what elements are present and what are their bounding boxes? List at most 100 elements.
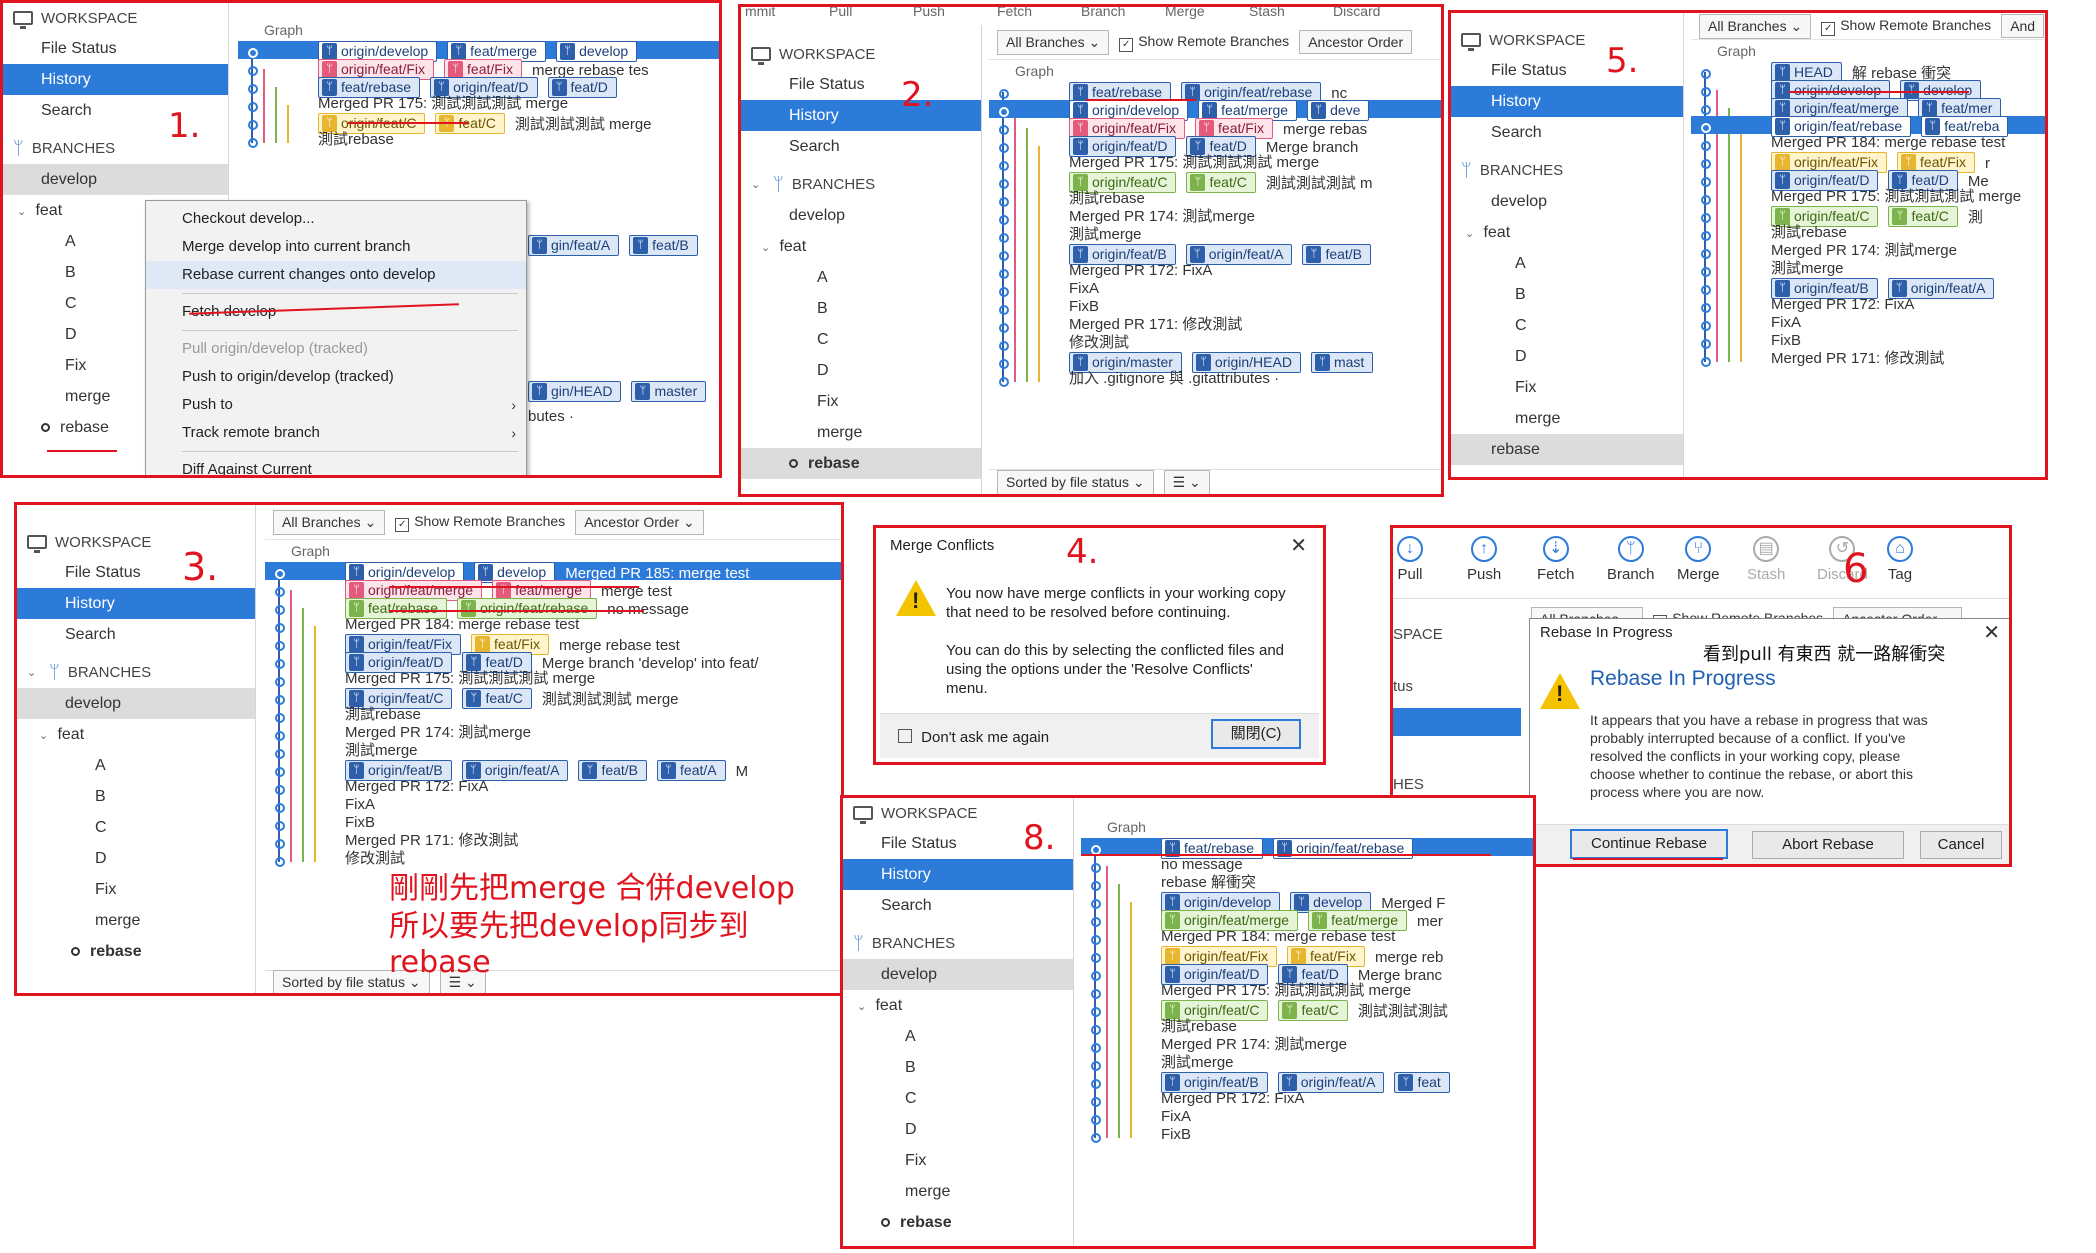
commit-row[interactable]: 測試merge — [1691, 260, 2045, 278]
commit-row[interactable]: 測試rebase — [238, 131, 719, 149]
branch-D[interactable]: D — [843, 1114, 1073, 1145]
branch-develop[interactable]: develop — [843, 959, 1073, 990]
branch-D[interactable]: D — [1451, 341, 1683, 372]
commit-row[interactable]: Merged PR 184: merge rebase test — [1691, 134, 2045, 152]
toolbar-label[interactable]: Merge — [1165, 7, 1205, 19]
commit-row[interactable]: Merged PR 175: 測試測試測試 merge — [265, 670, 841, 688]
toolbar-label[interactable]: mmit — [745, 7, 775, 19]
commit-row[interactable]: FixA — [265, 796, 841, 814]
commit-row[interactable]: 測試rebase — [1081, 1018, 1533, 1036]
menu-item-diff-against-current[interactable]: Diff Against Current — [146, 456, 526, 475]
branch-D[interactable]: D — [17, 843, 255, 874]
fetch-button[interactable]: ⇣ Fetch — [1537, 536, 1575, 583]
commit-row[interactable]: origin/feat/Dfeat/DMerge branch — [989, 136, 1441, 157]
all-branches-dropdown[interactable]: All Branches ⌄ — [997, 29, 1110, 55]
order-dropdown[interactable]: Ancestor Order ⌄ — [575, 509, 704, 535]
commit-row[interactable]: origin/feat/mergefeat/mer — [1691, 98, 2045, 119]
all-branches-dropdown[interactable]: All Branches ⌄ — [273, 509, 386, 535]
commit-row[interactable]: 測試merge — [1081, 1054, 1533, 1072]
branches-header[interactable]: ᛘ BRANCHES — [843, 927, 1073, 959]
commit-row[interactable]: FixB — [265, 814, 841, 832]
stash-button[interactable]: ▤ Stash — [1747, 536, 1785, 583]
order-dropdown[interactable]: And — [2001, 14, 2045, 38]
branches-header[interactable]: ⌄ ᛘ BRANCHES — [741, 168, 981, 200]
continue-rebase-button[interactable]: Continue Rebase — [1570, 829, 1728, 859]
commit-row[interactable]: Merged PR 172: FixA — [989, 262, 1441, 280]
sidebar-item-file-status[interactable]: File Status — [3, 33, 228, 64]
commit-row[interactable]: origin/feat/Cfeat/C測試測試測試 m — [989, 172, 1441, 193]
commit-row[interactable]: origin/feat/Dfeat/DMe — [1691, 170, 2045, 191]
commit-row[interactable]: Merged PR 175: 測試測試測試 merge — [1081, 982, 1533, 1000]
commit-row[interactable]: origin/developdevelop — [1691, 80, 2045, 101]
branch-merge[interactable]: merge — [17, 905, 255, 936]
branch-folder-feat[interactable]: ⌄ feat — [1451, 217, 1683, 248]
branch-rebase[interactable]: rebase — [1451, 434, 1683, 465]
branches-header[interactable]: ⌄ ᛘ BRANCHES — [17, 656, 255, 688]
branch-B[interactable]: B — [741, 293, 981, 324]
sidebar-item-file-status[interactable]: File Status — [17, 557, 255, 588]
branch-Fix[interactable]: Fix — [741, 386, 981, 417]
commit-row[interactable]: FixB — [1081, 1126, 1533, 1144]
commit-row[interactable]: origin/feat/Fixfeat/Fixr — [1691, 152, 2045, 173]
commit-row[interactable]: feat/rebaseorigin/feat/rebaseno message — [265, 598, 841, 619]
dont-ask-checkbox[interactable]: Don't ask me again — [898, 729, 1049, 746]
commit-row[interactable]: 加入 .gitignore 與 .gitattributes · — [989, 370, 1441, 388]
branch-rebase[interactable]: rebase — [741, 448, 981, 479]
tag-button[interactable]: ⌂ Tag — [1887, 536, 1913, 583]
commit-row[interactable]: 修改測試 — [989, 334, 1441, 352]
sidebar-item-file-status[interactable]: File Status — [741, 69, 981, 100]
merge-button[interactable]: ⑂ Merge — [1677, 536, 1720, 583]
commit-row[interactable]: origin/feat/Cfeat/C測試測試測試 — [1081, 1000, 1533, 1021]
branch-rebase[interactable]: rebase — [17, 936, 255, 967]
branch-D[interactable]: D — [741, 355, 981, 386]
branch-merge[interactable]: merge — [843, 1176, 1073, 1207]
sidebar-item-history[interactable]: History — [741, 100, 981, 131]
commit-row[interactable]: Merged PR 174: 測試merge — [1691, 242, 2045, 260]
close-icon[interactable]: ✕ — [1983, 619, 2000, 647]
commit-row[interactable]: FixA — [1691, 314, 2045, 332]
toolbar-label[interactable]: Fetch — [997, 7, 1032, 19]
branch-C[interactable]: C — [843, 1083, 1073, 1114]
branch-folder-feat[interactable]: ⌄ feat — [741, 231, 981, 262]
commit-row[interactable]: Merged PR 174: 測試merge — [1081, 1036, 1533, 1054]
show-remote-checkbox[interactable]: ✓Show Remote Branches — [1119, 33, 1289, 52]
commit-row[interactable]: Merged PR 184: merge rebase test — [1081, 928, 1533, 946]
branch-A[interactable]: A — [843, 1021, 1073, 1052]
commit-row[interactable]: Merged PR 175: 測試測試測試 merge — [1691, 188, 2045, 206]
sidebar-item-search[interactable]: Search — [843, 890, 1073, 921]
commit-row[interactable]: origin/feat/Cfeat/C測 — [1691, 206, 2045, 227]
sidebar-item-history[interactable]: History — [17, 588, 255, 619]
commit-row[interactable]: Merged PR 172: FixA — [1691, 296, 2045, 314]
menu-item-checkout[interactable]: Checkout develop... — [146, 205, 526, 233]
sidebar-item-history[interactable]: History — [843, 859, 1073, 890]
commit-row[interactable]: origin/feat/Fixfeat/Fixmerge reb — [1081, 946, 1533, 967]
pull-button[interactable]: ↓ Pull — [1397, 536, 1423, 583]
toolbar-label[interactable]: Push — [913, 7, 945, 19]
branch-develop[interactable]: develop — [3, 164, 228, 195]
commit-row[interactable]: no message — [1081, 856, 1533, 874]
branch-tag[interactable]: feat/B — [629, 235, 698, 256]
sort-dropdown[interactable]: Sorted by file status ⌄ — [997, 469, 1154, 494]
commit-row[interactable]: origin/developdevelopMerged PR 185: merg… — [265, 562, 841, 583]
commit-row[interactable]: 測試rebase — [989, 190, 1441, 208]
commit-row[interactable]: feat/rebaseorigin/feat/Dfeat/D — [238, 77, 719, 98]
commit-row[interactable]: FixB — [989, 298, 1441, 316]
commit-row[interactable]: origin/feat/Fixfeat/Fixmerge rebase tes — [238, 59, 719, 80]
commit-row[interactable]: origin/masterorigin/HEADmast — [989, 352, 1441, 373]
cancel-button[interactable]: Cancel — [1920, 831, 2002, 859]
commit-row[interactable]: Merged PR 172: FixA — [1081, 1090, 1533, 1108]
sidebar-item-search[interactable]: Search — [1451, 117, 1683, 148]
abort-rebase-button[interactable]: Abort Rebase — [1752, 831, 1904, 859]
commit-row[interactable]: origin/feat/Dfeat/DMerge branch 'develop… — [265, 652, 841, 673]
menu-item-push-tracked[interactable]: Push to origin/develop (tracked) — [146, 363, 526, 391]
commit-row[interactable]: rebase 解衝突 — [1081, 874, 1533, 892]
commit-row[interactable]: Merged PR 171: 修改測試 — [989, 316, 1441, 334]
commit-row[interactable]: Merged PR 174: 測試merge — [989, 208, 1441, 226]
commit-row[interactable]: Merged PR 174: 測試merge — [265, 724, 841, 742]
commit-row[interactable]: FixA — [1081, 1108, 1533, 1126]
show-remote-checkbox[interactable]: ✓Show Remote Branches — [395, 513, 565, 532]
commit-row[interactable]: origin/feat/mergefeat/mergemerge test — [265, 580, 841, 601]
branch-A[interactable]: A — [1451, 248, 1683, 279]
branch-folder-feat[interactable]: ⌄ feat — [17, 719, 255, 750]
sidebar-item-search[interactable]: Search — [17, 619, 255, 650]
